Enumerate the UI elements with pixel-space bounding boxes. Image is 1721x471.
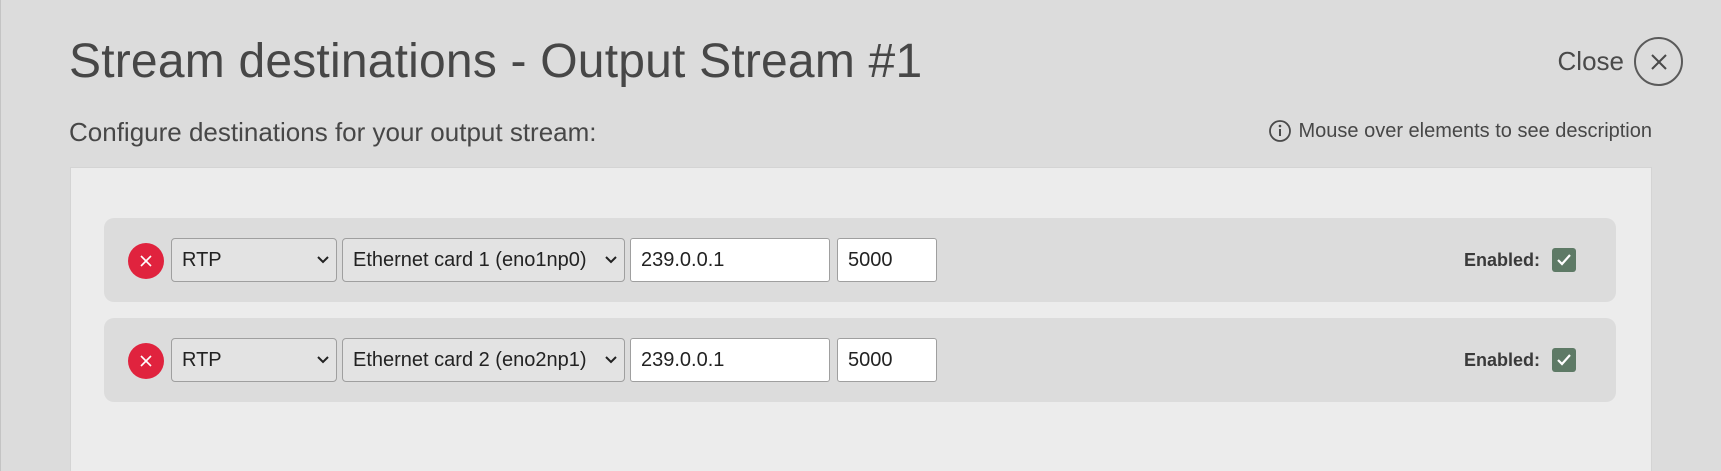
destination-row: RTP Ethernet card 1 (eno1np0) 239.0.0.1 … <box>104 218 1616 302</box>
hint-text: Mouse over elements to see description <box>1298 119 1652 142</box>
chevron-down-icon <box>310 239 336 281</box>
destination-row: RTP Ethernet card 2 (eno2np1) 239.0.0.1 … <box>104 318 1616 402</box>
interface-select[interactable]: Ethernet card 2 (eno2np1) <box>342 338 625 382</box>
info-icon <box>1269 120 1292 142</box>
enabled-label: Enabled: <box>1463 249 1540 270</box>
enabled-control: Enabled: <box>1464 348 1576 372</box>
close-control[interactable]: Close <box>1558 37 1683 86</box>
address-input[interactable]: 239.0.0.1 <box>630 238 830 282</box>
remove-icon <box>140 255 152 267</box>
interface-select[interactable]: Ethernet card 1 (eno1np0) <box>342 238 625 282</box>
chevron-down-icon <box>310 339 336 381</box>
remove-destination-button[interactable] <box>128 343 164 379</box>
close-icon <box>1650 53 1667 70</box>
remove-icon <box>140 355 152 367</box>
enabled-label: Enabled: <box>1463 349 1540 370</box>
enabled-control: Enabled: <box>1464 248 1576 272</box>
subtitle: Configure destinations for your output s… <box>69 117 597 147</box>
chevron-down-icon <box>598 239 624 281</box>
remove-destination-button[interactable] <box>128 243 164 279</box>
enabled-checkbox[interactable] <box>1552 248 1576 272</box>
enabled-checkbox[interactable] <box>1552 348 1576 372</box>
chevron-down-icon <box>598 339 624 381</box>
protocol-select[interactable]: RTP <box>171 338 337 382</box>
interface-value: Ethernet card 1 (eno1np0) <box>353 248 587 271</box>
checkmark-icon <box>1557 254 1571 266</box>
port-input[interactable]: 5000 <box>837 238 937 282</box>
stream-destinations-modal: Stream destinations - Output Stream #1 C… <box>0 0 1721 471</box>
close-label[interactable]: Close <box>1558 46 1624 77</box>
interface-value: Ethernet card 2 (eno2np1) <box>353 348 587 371</box>
checkmark-icon <box>1557 354 1571 366</box>
page-title: Stream destinations - Output Stream #1 <box>69 35 923 88</box>
address-input[interactable]: 239.0.0.1 <box>630 338 830 382</box>
port-input[interactable]: 5000 <box>837 338 937 382</box>
description-hint: Mouse over elements to see description <box>1268 119 1652 143</box>
close-button[interactable] <box>1634 37 1683 86</box>
protocol-select[interactable]: RTP <box>171 238 337 282</box>
protocol-value: RTP <box>182 348 222 371</box>
destinations-panel: RTP Ethernet card 1 (eno1np0) 239.0.0.1 … <box>70 167 1652 471</box>
protocol-value: RTP <box>182 248 222 271</box>
